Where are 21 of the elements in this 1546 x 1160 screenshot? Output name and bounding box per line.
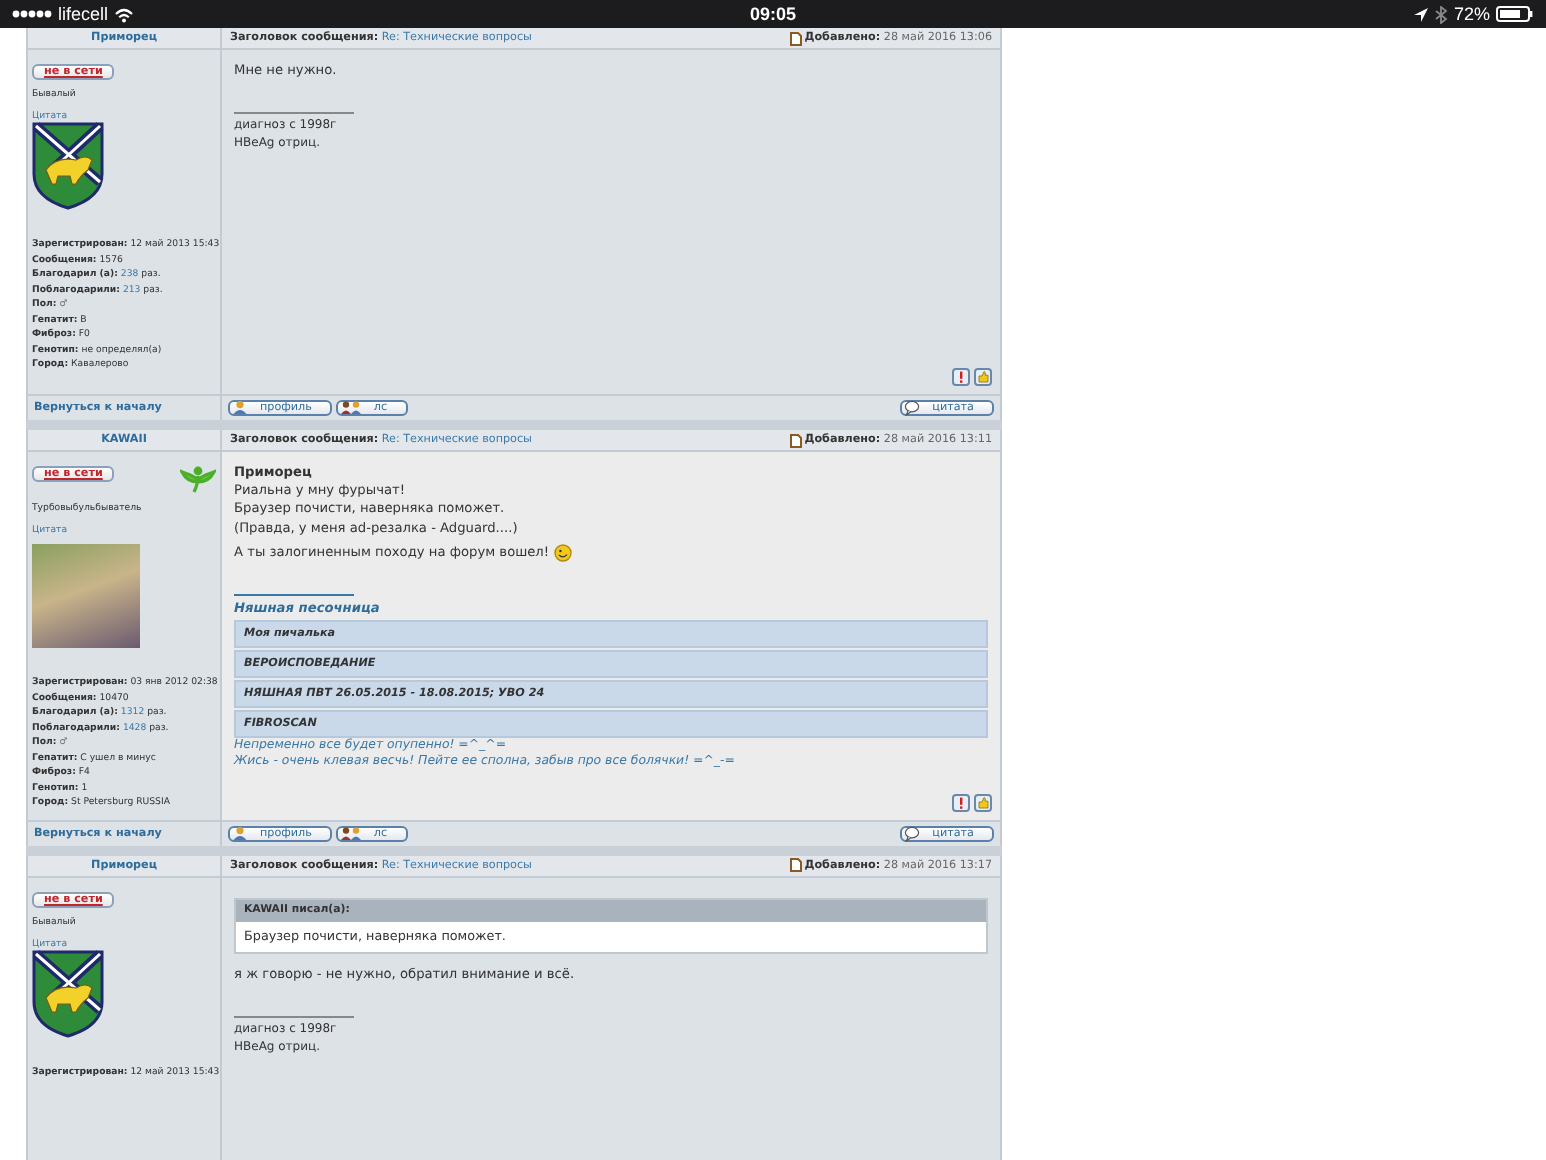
speech-bubble-icon [904,400,921,416]
person-icon [232,400,248,416]
speech-bubble-icon [904,825,921,841]
signal-icon [12,8,52,20]
clock: 09:05 [749,4,797,24]
location-arrow-icon [1413,7,1428,21]
wifi-icon [114,5,135,23]
carrier-name: lifecell [58,4,109,24]
battery-percent: 72% [1453,4,1490,24]
two-people-icon [339,825,362,841]
thumbs-up-icon[interactable] [974,793,992,811]
document-icon [790,31,803,45]
document-icon [790,858,803,872]
report-icon[interactable] [952,368,970,386]
battery-icon [1496,6,1534,22]
thumbs-up-icon[interactable] [974,368,992,386]
bluetooth-icon [1433,5,1448,23]
two-people-icon [339,400,362,416]
report-icon[interactable] [952,793,970,811]
person-icon [232,825,248,841]
document-icon [790,433,803,447]
